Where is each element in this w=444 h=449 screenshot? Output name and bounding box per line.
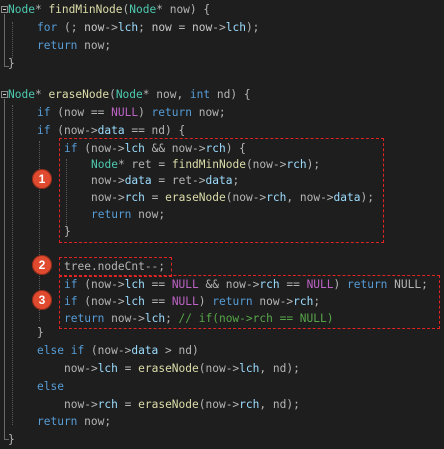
highlight-box-3 [59,275,440,329]
code-token: now [151,21,172,34]
code-token: Node [8,88,35,101]
code-token: if [37,124,51,137]
code-token: nd) { [210,88,251,101]
code-line[interactable]: return now; [37,413,111,431]
code-token: data [131,344,159,357]
code-token: rch [97,398,118,411]
code-token: lch [97,362,118,375]
code-line[interactable]: if (now == NULL) return now; [37,104,226,122]
code-editor[interactable]: Node* findMinNode(Node* now) { for (; no… [0,0,444,449]
code-token: Node [115,88,143,101]
code-token: return [151,106,192,119]
fold-line [4,99,5,439]
code-token: } [37,326,44,339]
indent-guide [12,22,13,58]
code-token: now; [77,415,112,428]
code-token: now; [77,39,112,52]
code-line[interactable]: now->lch = eraseNode(now->lch, nd); [64,360,300,378]
code-token: * now, [142,88,190,101]
code-token: , nd); [259,362,300,375]
code-token: return [37,415,78,428]
code-token: , nd); [259,398,300,411]
code-token: = [171,21,193,34]
code-token: ) [138,106,152,119]
code-line[interactable]: Node* findMinNode(Node* now) { [8,1,210,19]
code-token: * [34,88,49,101]
code-token: int [189,88,211,101]
code-token: (now-> [198,362,240,375]
code-token: * now) { [156,3,211,16]
code-token: -> [212,21,226,34]
code-line[interactable]: } [8,55,15,73]
code-token: (now-> [50,124,98,137]
code-token: else [37,380,64,393]
code-token: ); [245,21,260,34]
code-token: (now-> [198,398,240,411]
highlight-box-2 [59,257,172,277]
code-line[interactable]: } [8,431,15,449]
code-token: ; [138,21,152,34]
code-line[interactable]: } [37,324,44,342]
code-token: } [8,433,15,446]
fold-line [4,14,5,67]
code-token: now-> [64,398,98,411]
code-line[interactable]: now->rch = eraseNode(now->rch, nd); [64,396,300,414]
code-token: eraseNode [48,88,110,101]
annotation-badge-3: 3 [32,290,52,310]
code-token: Node [129,3,157,16]
indent-guide [12,105,13,425]
code-token: NULL [111,106,139,119]
code-token: -> [104,21,118,34]
code-token: ( [109,88,116,101]
code-token: * [34,3,49,16]
code-token: (now-> [84,344,132,357]
code-token: now-> [64,362,98,375]
code-token: = [117,362,139,375]
code-token: return [37,39,78,52]
highlight-box-1 [59,138,384,243]
code-line[interactable]: return now; [37,37,111,55]
code-token: now [192,21,213,34]
code-token: lch [117,21,139,34]
annotation-badge-1: 1 [32,169,52,189]
code-token: if [70,344,85,357]
code-line[interactable]: for (; now->lch; now = now->lch); [37,19,259,37]
code-token: findMinNode [48,3,123,16]
code-line[interactable]: else if (now->data > nd) [37,342,199,360]
code-token: rch [239,398,260,411]
code-token: lch [239,362,260,375]
code-token: = [117,398,139,411]
code-token: else [37,344,64,357]
code-token: eraseNode [138,362,199,375]
fold-toggle-icon[interactable] [1,91,8,98]
code-token: (; [57,21,85,34]
code-token: eraseNode [138,398,199,411]
code-token: Node [8,3,35,16]
annotation-badge-2: 2 [32,255,52,275]
fold-toggle-icon[interactable] [1,6,8,13]
code-token: (now == [50,106,112,119]
code-token: now; [191,106,226,119]
code-token: if [37,106,51,119]
code-token: lch [225,21,246,34]
code-token: now [84,21,105,34]
code-token: == nd) { [124,124,186,137]
code-line[interactable]: Node* eraseNode(Node* now, int nd) { [8,86,251,104]
code-line[interactable]: else [37,378,64,396]
code-token: } [8,57,15,70]
code-token: data [97,124,125,137]
code-token: > nd) [158,344,199,357]
code-token: for [37,21,58,34]
